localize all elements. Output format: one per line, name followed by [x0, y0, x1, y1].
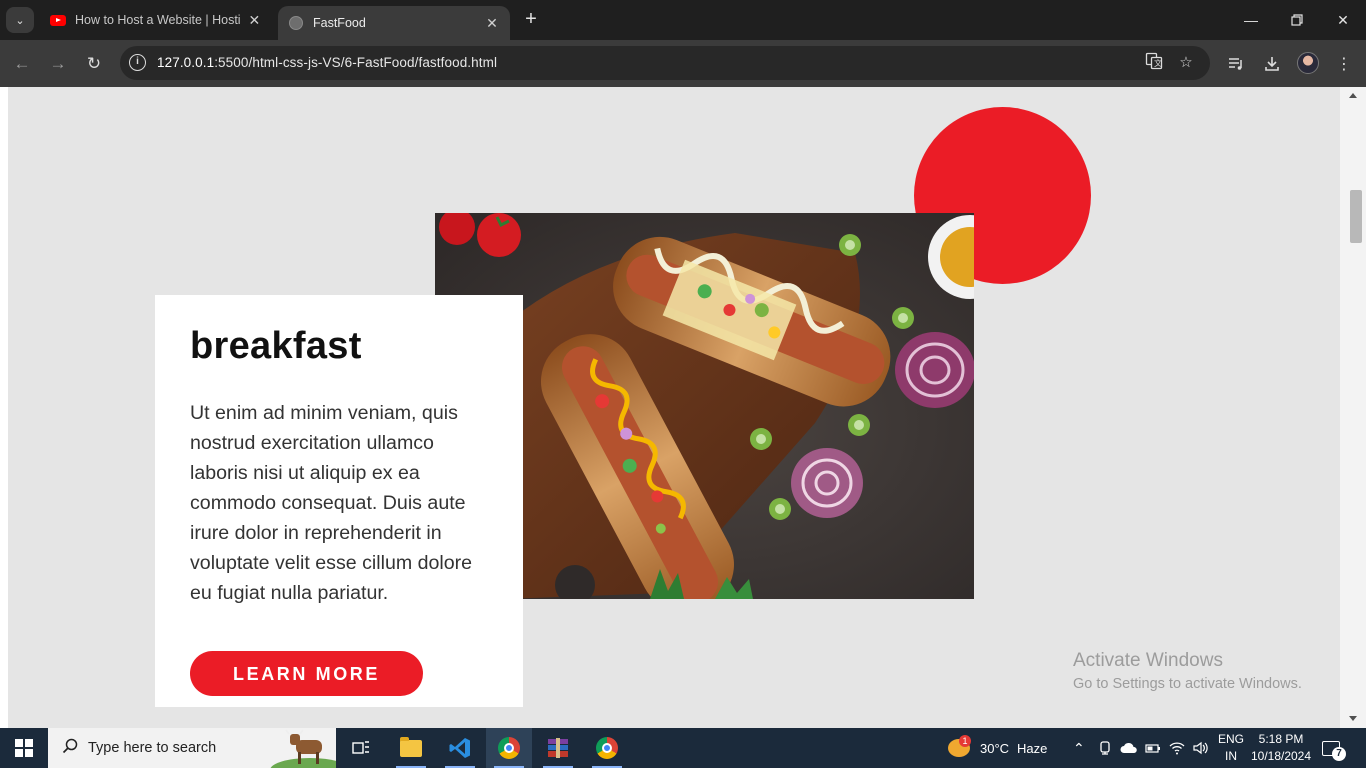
- volume-icon[interactable]: [1192, 728, 1209, 768]
- downloads-icon[interactable]: [1259, 51, 1285, 77]
- svg-text:文: 文: [1154, 58, 1162, 68]
- winrar-button[interactable]: [535, 728, 581, 768]
- search-icon: [62, 738, 78, 759]
- onedrive-cloud-icon[interactable]: [1120, 728, 1138, 768]
- scroll-down-arrow-icon[interactable]: [1349, 716, 1357, 721]
- activate-windows-title: Activate Windows: [1073, 650, 1223, 671]
- youtube-icon: [50, 12, 66, 28]
- browser-tab-bar: ⌄ How to Host a Website | Hostin ✕ FastF…: [0, 0, 1366, 40]
- globe-icon: [288, 15, 304, 31]
- start-button[interactable]: [0, 728, 48, 768]
- minimize-button[interactable]: —: [1228, 0, 1274, 40]
- translate-icon[interactable]: 文: [1142, 52, 1166, 74]
- bookmark-star-icon[interactable]: ☆: [1174, 52, 1198, 74]
- activate-windows-watermark: Activate Windows Go to Settings to activ…: [1073, 650, 1302, 692]
- language-code: ENG: [1217, 732, 1244, 746]
- learn-more-button[interactable]: LEARN MORE: [190, 651, 423, 696]
- task-view-icon: [352, 741, 369, 754]
- card-description: Ut enim ad minim veniam, quis nostrud ex…: [190, 402, 473, 604]
- chevron-up-icon: ⌃: [1073, 739, 1085, 756]
- restore-button[interactable]: [1274, 0, 1320, 40]
- weather-sun-icon: 1: [948, 735, 971, 757]
- file-explorer-button[interactable]: [388, 728, 434, 768]
- search-placeholder: Type here to search: [88, 740, 217, 756]
- media-control-icon[interactable]: [1223, 51, 1249, 77]
- search-highlight-cow-icon: [270, 729, 336, 768]
- weather-widget[interactable]: 1 30°C Haze: [948, 728, 1047, 768]
- arrow-right-icon: →: [49, 54, 67, 73]
- weather-alert-badge: 1: [959, 735, 971, 747]
- battery-icon[interactable]: [1145, 728, 1161, 768]
- notification-icon: 7: [1322, 740, 1346, 761]
- close-window-button[interactable]: ✕: [1320, 0, 1366, 40]
- region-code: IN: [1225, 749, 1237, 763]
- menu-kebab-icon[interactable]: ⋮: [1331, 51, 1357, 77]
- windows-taskbar: Type here to search 1 30°C Haze ⌃ ENG IN…: [0, 728, 1366, 768]
- card-title: breakfast: [190, 325, 362, 367]
- close-tab-icon[interactable]: ✕: [484, 15, 500, 32]
- weather-temp: 30°C: [980, 740, 1010, 756]
- folder-icon: [400, 736, 422, 757]
- new-tab-button[interactable]: +: [520, 8, 542, 32]
- system-clock[interactable]: 5:18 PM 10/18/2024: [1248, 731, 1314, 765]
- meet-now-icon[interactable]: [1098, 728, 1112, 768]
- page-scrollbar[interactable]: [1340, 87, 1366, 728]
- reload-icon: ↻: [86, 54, 102, 73]
- tab-youtube[interactable]: How to Host a Website | Hostin ✕: [40, 0, 272, 40]
- profile-avatar[interactable]: [1297, 52, 1319, 74]
- activate-windows-subtitle: Go to Settings to activate Windows.: [1073, 676, 1302, 692]
- site-info-icon[interactable]: i: [129, 54, 146, 71]
- vscode-button[interactable]: [437, 728, 483, 768]
- page-viewport: breakfast Ut enim ad minim veniam, quis …: [0, 87, 1366, 728]
- forward-button[interactable]: →: [45, 51, 71, 77]
- address-bar[interactable]: i 127.0.0.1:5500/html-css-js-VS/6-FastFo…: [120, 46, 1210, 80]
- tab-title: FastFood: [313, 16, 366, 30]
- restore-icon: [1291, 14, 1303, 26]
- browser-toolbar: ← → ↻ i 127.0.0.1:5500/html-css-js-VS/6-…: [0, 40, 1366, 87]
- tab-search-button[interactable]: ⌄: [6, 7, 34, 33]
- arrow-left-icon: ←: [13, 54, 31, 73]
- notification-count-badge: 7: [1332, 746, 1346, 761]
- reload-button[interactable]: ↻: [81, 51, 107, 77]
- chrome-icon: [498, 737, 520, 759]
- url-host: 127.0.0.1: [157, 55, 215, 70]
- chrome-button-active[interactable]: [486, 728, 532, 768]
- tab-fastfood[interactable]: FastFood ✕: [278, 6, 510, 40]
- wifi-icon[interactable]: [1169, 728, 1185, 768]
- url-path: :5500/html-css-js-VS/6-FastFood/fastfood…: [214, 55, 498, 70]
- clock-date: 10/18/2024: [1250, 749, 1312, 763]
- tab-title: How to Host a Website | Hostin: [75, 13, 241, 27]
- scroll-up-arrow-icon[interactable]: [1349, 93, 1357, 98]
- back-button[interactable]: ←: [9, 51, 35, 77]
- clock-time: 5:18 PM: [1258, 732, 1304, 746]
- url-text[interactable]: 127.0.0.1:5500/html-css-js-VS/6-FastFood…: [157, 55, 497, 70]
- vscode-icon: [449, 738, 470, 758]
- input-language-indicator[interactable]: ENG IN: [1216, 731, 1246, 765]
- scrollbar-thumb[interactable]: [1350, 190, 1362, 243]
- page-section: breakfast Ut enim ad minim veniam, quis …: [8, 87, 1340, 728]
- task-view-button[interactable]: [338, 728, 384, 768]
- close-tab-icon[interactable]: ✕: [247, 12, 262, 29]
- chevron-down-icon: ⌄: [15, 14, 25, 27]
- show-hidden-icons-button[interactable]: ⌃: [1073, 728, 1085, 768]
- windows-logo-icon: [15, 739, 33, 757]
- weather-desc: Haze: [1017, 740, 1048, 756]
- taskbar-search-box[interactable]: Type here to search: [48, 728, 336, 768]
- breakfast-card: breakfast Ut enim ad minim veniam, quis …: [155, 295, 523, 707]
- notification-center-button[interactable]: 7: [1322, 728, 1346, 768]
- winrar-icon: [548, 738, 568, 758]
- chrome-profile-button[interactable]: [584, 728, 630, 768]
- chrome-icon: [596, 737, 618, 759]
